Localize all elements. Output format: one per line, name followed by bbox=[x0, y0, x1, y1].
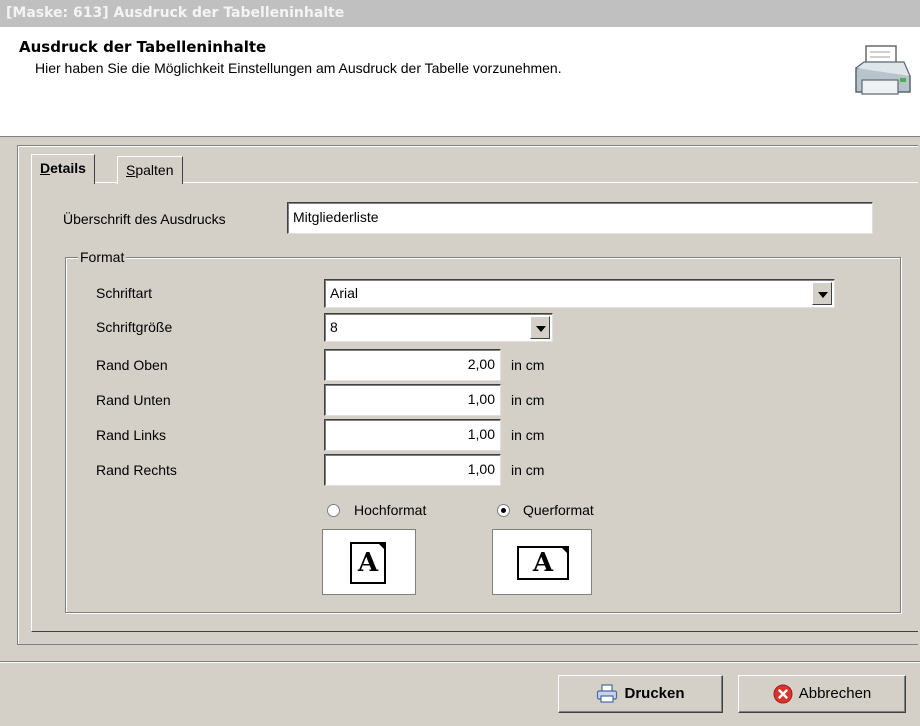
landscape-radio[interactable] bbox=[497, 504, 510, 517]
tab-details-mnemonic: D bbox=[40, 160, 51, 176]
margin-right-unit: in cm bbox=[511, 462, 545, 478]
margin-right-label: Rand Rechts bbox=[96, 462, 177, 478]
window-title: [Maske: 613] Ausdruck der Tabelleninhalt… bbox=[0, 0, 920, 27]
tab-spalten-mnemonic: S bbox=[126, 162, 136, 178]
portrait-preview[interactable]: A bbox=[322, 529, 416, 595]
margin-left-unit: in cm bbox=[511, 427, 545, 443]
size-select-value: 8 bbox=[330, 319, 338, 335]
tab-details[interactable]: Details bbox=[31, 154, 95, 184]
landscape-preview[interactable]: A bbox=[492, 529, 592, 595]
footer-separator bbox=[0, 661, 920, 663]
font-select-value: Arial bbox=[330, 285, 359, 301]
tab-details-label: etails bbox=[50, 160, 86, 176]
size-dropdown-icon[interactable] bbox=[530, 316, 550, 339]
header-title: Ausdruck der Tabelleninhalte bbox=[19, 38, 267, 56]
cancel-icon bbox=[773, 684, 793, 704]
print-button-icon bbox=[597, 684, 618, 703]
printer-icon bbox=[855, 45, 911, 95]
header-panel: Ausdruck der Tabelleninhalte Hier haben … bbox=[0, 27, 920, 137]
margin-left-input[interactable]: 1,00 bbox=[324, 419, 501, 451]
margin-bottom-unit: in cm bbox=[511, 392, 545, 408]
size-select[interactable]: 8 bbox=[324, 313, 553, 342]
cancel-button-label: Abbrechen bbox=[798, 685, 872, 702]
cancel-button[interactable]: Abbrechen bbox=[738, 675, 906, 713]
margin-right-input[interactable]: 1,00 bbox=[324, 454, 501, 486]
heading-input[interactable]: Mitgliederliste bbox=[287, 202, 873, 234]
landscape-page-icon: A bbox=[517, 546, 569, 580]
header-subtitle: Hier haben Sie die Möglichkeit Einstellu… bbox=[35, 60, 562, 76]
portrait-label[interactable]: Hochformat bbox=[354, 502, 426, 518]
margin-top-input[interactable]: 2,00 bbox=[324, 349, 501, 381]
margin-bottom-input[interactable]: 1,00 bbox=[324, 384, 501, 416]
landscape-label[interactable]: Querformat bbox=[523, 502, 594, 518]
font-dropdown-icon[interactable] bbox=[812, 282, 832, 305]
margin-bottom-label: Rand Unten bbox=[96, 392, 171, 408]
portrait-radio[interactable] bbox=[327, 504, 340, 517]
tab-spalten[interactable]: Spalten bbox=[117, 156, 183, 184]
size-label: Schriftgröße bbox=[96, 319, 173, 335]
margin-top-unit: in cm bbox=[511, 357, 545, 373]
font-label: Schriftart bbox=[96, 285, 153, 301]
tab-spalten-label: palten bbox=[135, 162, 174, 178]
margin-left-label: Rand Links bbox=[96, 427, 167, 443]
margin-top-label: Rand Oben bbox=[96, 357, 168, 373]
print-button-label: Drucken bbox=[624, 685, 685, 702]
print-button[interactable]: Drucken bbox=[558, 675, 723, 713]
format-group-label: Format bbox=[78, 249, 127, 265]
font-select[interactable]: Arial bbox=[324, 279, 835, 308]
heading-label: Überschrift des Ausdrucks bbox=[63, 211, 226, 227]
portrait-page-icon: A bbox=[350, 542, 386, 584]
